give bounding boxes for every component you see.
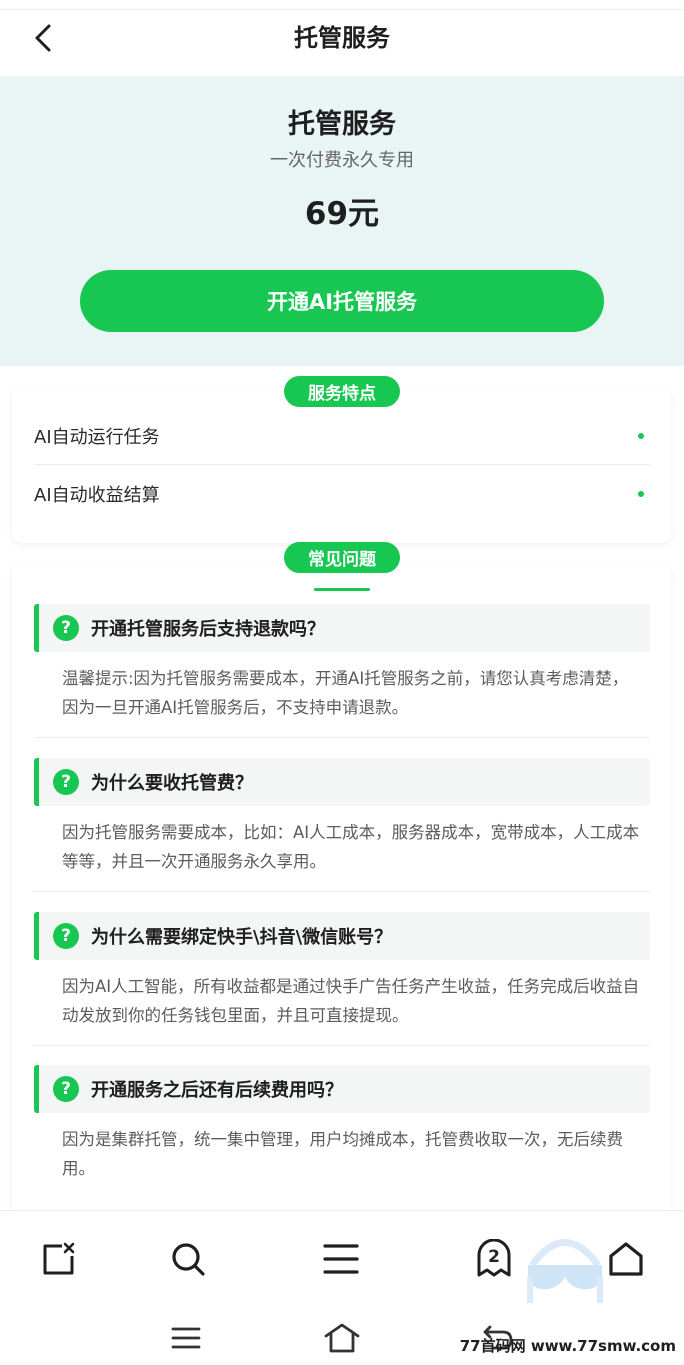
app-header: 托管服务 (0, 10, 684, 76)
search-button[interactable] (166, 1237, 210, 1281)
close-page-button[interactable] (36, 1237, 80, 1281)
divider (34, 1045, 650, 1046)
recent-apps-button[interactable] (166, 1318, 206, 1358)
status-strip (0, 0, 684, 10)
faq-card: ? 开通托管服务后支持退款吗？ 温馨提示:因为托管服务需要成本，开通AI托管服务… (12, 564, 671, 1224)
feature-item: AI自动运行任务 (34, 408, 650, 465)
faq-answer: 因为托管服务需要成本，比如：AI人工成本，服务器成本，宽带成本，人工成本等等，并… (62, 823, 640, 871)
home-icon (609, 1242, 643, 1276)
feature-item: AI自动收益结算 (34, 465, 650, 522)
plan-title: 托管服务 (288, 109, 396, 140)
menu-icon (323, 1244, 359, 1274)
activate-service-button[interactable]: 开通AI托管服务 (80, 270, 604, 332)
system-home-button[interactable] (322, 1318, 362, 1358)
bullet-dot-icon (638, 490, 644, 497)
features-badge: 服务特点 (284, 376, 400, 407)
faq-item: ? 为什么要收托管费？ 因为托管服务需要成本，比如：AI人工成本，服务器成本，宽… (34, 758, 650, 876)
hero-section: 托管服务 一次付费永久专用 69元 开通AI托管服务 (0, 76, 684, 366)
divider (34, 891, 650, 892)
faq-question[interactable]: ? 为什么要收托管费？ (34, 758, 650, 806)
question-icon: ? (53, 615, 79, 641)
menu-icon (171, 1327, 201, 1349)
faq-question[interactable]: ? 开通服务之后还有后续费用吗？ (34, 1065, 650, 1113)
browser-toolbar: 2 (0, 1210, 684, 1306)
plan-subtitle: 一次付费永久专用 (270, 150, 414, 171)
menu-button[interactable] (319, 1237, 363, 1281)
faq-item: ? 为什么需要绑定快手\抖音\微信账号？ 因为AI人工智能，所有收益都是通过快手… (34, 912, 650, 1030)
divider (34, 737, 650, 738)
faq-answer: 因为是集群托管，统一集中管理，用户均摊成本，托管费收取一次，无后续费用。 (62, 1130, 623, 1178)
faq-answer: 因为AI人工智能，所有收益都是通过快手广告任务产生收益，任务完成后收益自动发放到… (62, 977, 640, 1025)
glasses-icon (527, 1239, 603, 1303)
home-icon (324, 1323, 360, 1353)
faq-question[interactable]: ? 为什么需要绑定快手\抖音\微信账号？ (34, 912, 650, 960)
faq-question-text: 开通托管服务后支持退款吗？ (91, 619, 325, 640)
search-icon (172, 1243, 205, 1276)
page-title: 托管服务 (294, 24, 390, 52)
tab-count: 2 (488, 1247, 500, 1267)
bullet-dot-icon (638, 433, 644, 439)
watermark-text: 77首码网 www.77smw.com (459, 1337, 676, 1355)
question-icon: ? (53, 1076, 79, 1102)
incognito-overlay (520, 1225, 610, 1305)
tab-indicator (314, 588, 370, 591)
faq-question[interactable]: ? 开通托管服务后支持退款吗？ (34, 604, 650, 652)
question-icon: ? (53, 769, 79, 795)
features-card: AI自动运行任务 AI自动收益结算 (12, 388, 671, 543)
close-window-icon (43, 1242, 75, 1275)
faq-badge: 常见问题 (284, 542, 400, 573)
faq-question-text: 为什么要收托管费？ (91, 773, 253, 794)
plan-price: 69元 (304, 196, 380, 232)
feature-label: AI自动运行任务 (34, 427, 160, 448)
faq-item: ? 开通服务之后还有后续费用吗？ 因为是集群托管，统一集中管理，用户均摊成本，托… (34, 1065, 650, 1183)
home-button[interactable] (604, 1237, 648, 1281)
faq-question-text: 为什么需要绑定快手\抖音\微信账号？ (91, 927, 393, 948)
faq-question-text: 开通服务之后还有后续费用吗？ (91, 1080, 343, 1101)
feature-label: AI自动收益结算 (34, 484, 160, 506)
question-icon: ? (53, 923, 79, 949)
tabs-button[interactable]: 2 (472, 1237, 516, 1281)
faq-answer: 温馨提示:因为托管服务需要成本，开通AI托管服务之前，请您认真考虑清楚，因为一旦… (62, 669, 629, 717)
faq-item: ? 开通托管服务后支持退款吗？ 温馨提示:因为托管服务需要成本，开通AI托管服务… (34, 604, 650, 722)
